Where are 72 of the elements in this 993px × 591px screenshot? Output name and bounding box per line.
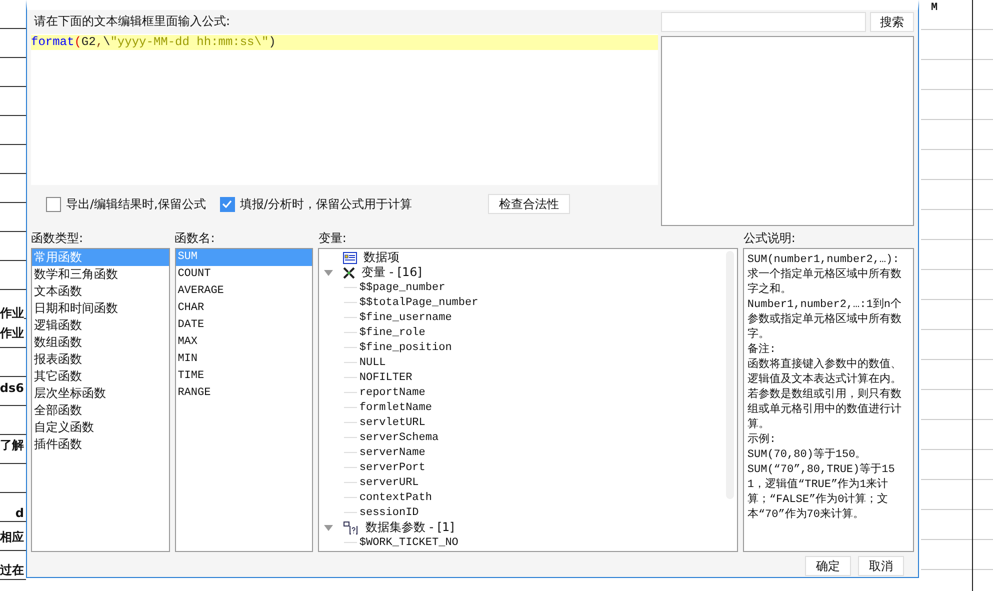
list-item[interactable]: AVERAGE — [176, 283, 312, 300]
list-item[interactable]: 文本函数 — [32, 283, 169, 300]
description-text: SUM(70,80)等于150。 — [747, 448, 868, 463]
dialog-button[interactable]: 取消 — [858, 556, 904, 576]
tree-item[interactable]: serverName — [359, 446, 426, 458]
tree-item[interactable]: NULL — [359, 356, 386, 368]
sheet-cell-text: 了解 — [0, 437, 24, 454]
formula-editor[interactable]: format(G2,\"yyyy-MM-dd hh:mm:ss\") — [31, 34, 658, 185]
list-item[interactable]: 报表函数 — [32, 351, 169, 368]
list-item[interactable]: RANGE — [176, 385, 312, 402]
prompt-label: 请在下面的文本编辑框里面输入公式: — [33, 13, 232, 30]
tree-item[interactable]: reportName — [359, 386, 426, 398]
list-item[interactable]: 全部函数 — [32, 402, 169, 419]
panel-label: 函数类型: — [31, 230, 84, 247]
sheet-cell-text: 相应 — [0, 529, 24, 546]
tree-item[interactable]: $fine_role — [359, 326, 426, 338]
list-item[interactable]: TIME — [176, 368, 312, 385]
list-item[interactable]: 日期和时间函数 — [32, 300, 169, 317]
list-item[interactable]: 数学和三角函数 — [32, 266, 169, 283]
tree-item[interactable]: $$totalPage_number — [359, 296, 478, 308]
sheet-cell-text: d — [15, 506, 24, 520]
tree-item[interactable]: sessionID — [359, 506, 419, 518]
list-item[interactable]: CHAR — [176, 300, 312, 317]
list-item[interactable]: MAX — [176, 334, 312, 351]
tree-group-label[interactable]: 变量 - [16] — [361, 264, 422, 281]
sheet-cell-text: 过在 — [0, 562, 24, 579]
list-item[interactable]: 插件函数 — [32, 436, 169, 453]
list-window-icon — [343, 252, 358, 264]
panel-label: 公式说明: — [743, 230, 796, 247]
tree-item[interactable]: contextPath — [359, 492, 432, 504]
list-item[interactable]: DATE — [176, 317, 312, 334]
list-item[interactable]: 自定义函数 — [32, 419, 169, 436]
search-button[interactable]: 搜索 — [870, 12, 914, 32]
checkbox[interactable] — [220, 196, 235, 212]
tree-item[interactable]: formletName — [359, 402, 432, 414]
check-validity-button[interactable]: 检查合法性 — [488, 194, 570, 214]
description-text: 备注: — [747, 343, 778, 358]
tree-item[interactable]: serverPort — [359, 462, 426, 474]
description-text: Number1,number2,…:1到n个参数或指定单元格区域中所有数字。 — [747, 298, 902, 342]
panel-label: 变量: — [318, 230, 348, 247]
dialog-button[interactable]: 确定 — [805, 556, 851, 576]
tree-group-label[interactable]: 数据项 — [363, 249, 400, 266]
tree-item[interactable]: servletURL — [359, 416, 426, 428]
description-text: SUM(“70”,80,TRUE)等于151，逻辑值“TRUE”作为1来计算；“FALSE”作为0计算；文本“70”作为70来计算。 — [747, 463, 896, 523]
description-text: 示例: — [747, 433, 778, 448]
search-field[interactable] — [661, 12, 866, 32]
tree-item[interactable]: $$page_number — [359, 282, 446, 294]
expand-caret-icon[interactable] — [324, 524, 334, 530]
parameter-icon — [343, 520, 360, 534]
checkbox[interactable] — [46, 196, 61, 212]
description-text: 函数将直接键入参数中的数值、逻辑值及文本表达式计算在内。若参数是数组或引用，则只有数组或单元格引用中的数值进行计算。 — [747, 358, 902, 433]
tree-item[interactable]: $fine_position — [359, 342, 452, 354]
option-label: 导出/编辑结果时,保留公式 — [66, 196, 206, 212]
list-item[interactable]: 逻辑函数 — [32, 317, 169, 334]
sheet-cell-text: ds6 — [0, 381, 24, 395]
list-item[interactable]: 数组函数 — [32, 334, 169, 351]
tree-group-label[interactable]: 数据集参数 - [1] — [365, 519, 454, 536]
tree-item[interactable]: serverSchema — [359, 432, 439, 444]
list-item[interactable]: COUNT — [176, 266, 312, 283]
expand-caret-icon[interactable] — [324, 270, 334, 276]
list-item[interactable]: 其它函数 — [32, 368, 169, 385]
tree-item[interactable]: NOFILTER — [359, 372, 412, 384]
option-label: 填报/分析时，保留公式用于计算 — [240, 196, 412, 212]
tree-item[interactable]: $WORK_TICKET_NO — [359, 536, 458, 548]
list-item[interactable]: MIN — [176, 351, 312, 368]
list-item[interactable]: 层次坐标函数 — [32, 385, 169, 402]
panel-label: 函数名: — [174, 230, 216, 247]
tree-item[interactable]: $fine_username — [359, 312, 452, 324]
variable-icon — [343, 266, 356, 278]
description-text: SUM(number1,number2,…):求一个指定单元格区域中所有数字之和。 — [747, 253, 902, 298]
tree-item[interactable]: serverURL — [359, 476, 419, 488]
checkmark-icon — [221, 198, 234, 210]
